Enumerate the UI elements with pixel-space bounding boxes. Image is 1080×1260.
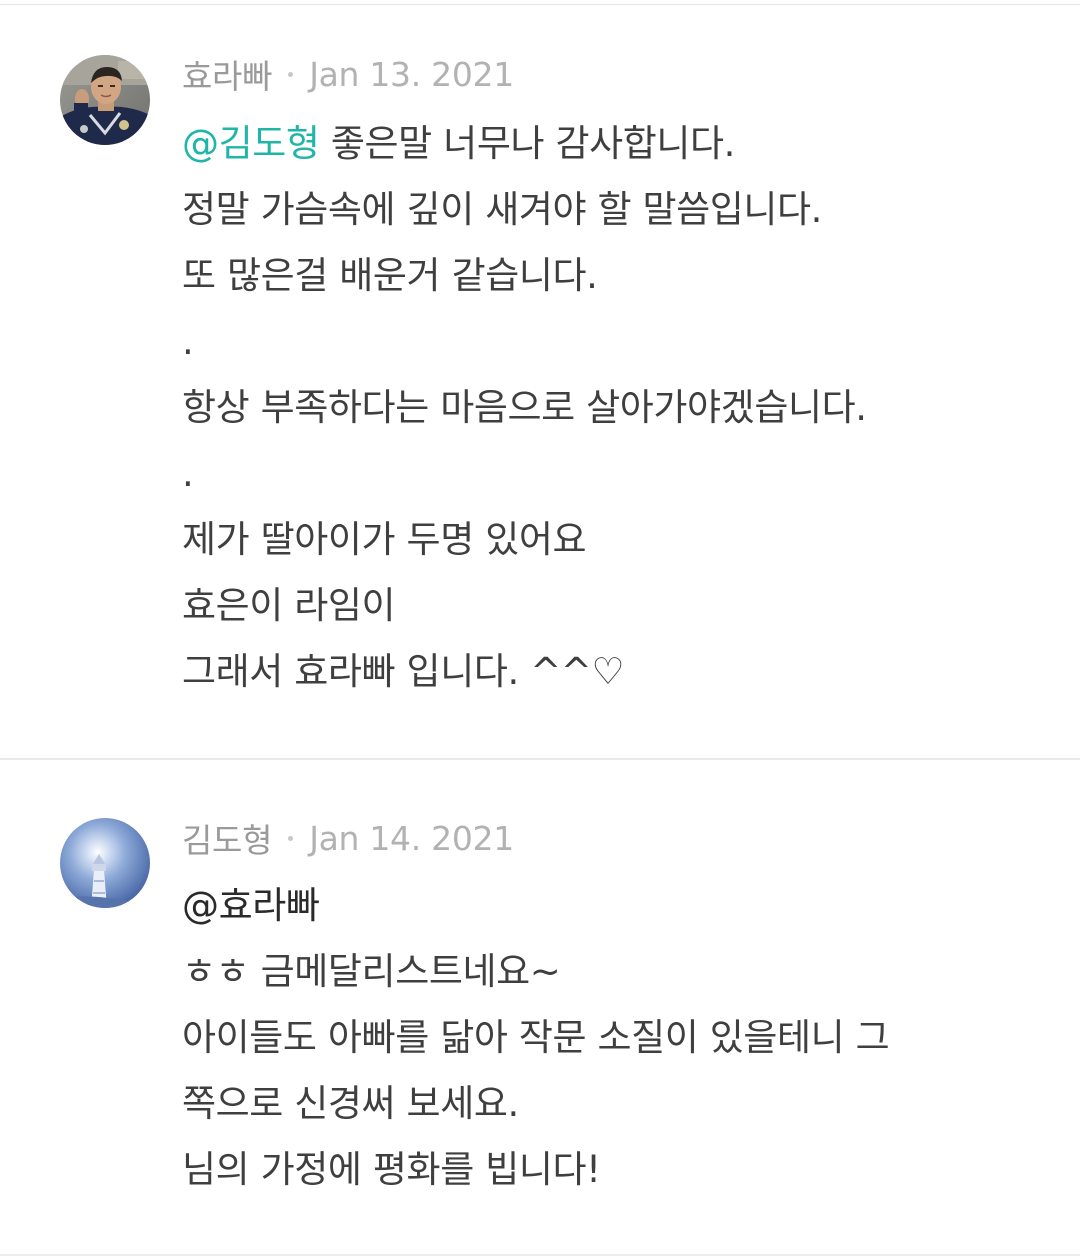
- comment-line: 그래서 효라빠 입니다. ^^♡: [182, 650, 625, 693]
- meta-separator-dot: [288, 71, 294, 77]
- comment-line: 아이들도 아빠를 닮아 작문 소질이 있을테니 그: [182, 1016, 890, 1059]
- comment-meta: 김도형 Jan 14. 2021: [182, 818, 514, 861]
- comment-date: Jan 13. 2021: [309, 54, 514, 94]
- comment-line: 님의 가정에 평화를 빕니다!: [182, 1148, 601, 1191]
- comment-line: 항상 부족하다는 마음으로 살아가야겠습니다.: [182, 386, 867, 429]
- comment-line: 효은이 라임이: [182, 584, 396, 627]
- comment-body: @김도형 좋은말 너무나 감사합니다. 정말 가슴속에 깊이 새겨야 할 말씀입…: [182, 111, 1042, 705]
- comment-author[interactable]: 효라빠: [182, 50, 272, 98]
- comment-author[interactable]: 김도형: [182, 814, 272, 862]
- comment-line: @김도형 좋은말 너무나 감사합니다.: [182, 111, 1042, 177]
- comment-item: 효라빠 Jan 13. 2021 @김도형 좋은말 너무나 감사합니다. 정말 …: [0, 0, 1080, 758]
- comment-body: @효라빠 ㅎㅎ 금메달리스트네요~ 아이들도 아빠를 닮아 작문 소질이 있을테…: [182, 873, 1042, 1203]
- avatar[interactable]: [60, 818, 150, 908]
- comment-text: 좋은말 너무나 감사합니다.: [319, 122, 736, 165]
- avatar-photo-icon: [60, 55, 150, 145]
- comment-meta: 효라빠 Jan 13. 2021: [182, 54, 514, 97]
- comment-line: 쪽으로 신경써 보세요.: [182, 1082, 519, 1125]
- comment-line: 제가 딸아이가 두명 있어요: [182, 518, 587, 561]
- comment-line: 정말 가슴속에 깊이 새겨야 할 말씀입니다.: [182, 188, 823, 231]
- avatar[interactable]: [60, 55, 150, 145]
- comment-date: Jan 14. 2021: [309, 818, 514, 858]
- bottom-divider: [0, 1254, 1080, 1256]
- mention-link[interactable]: @효라빠: [182, 884, 320, 927]
- comment-line: @효라빠: [182, 873, 1042, 939]
- meta-separator-dot: [288, 835, 294, 841]
- mention-link[interactable]: @김도형: [182, 122, 320, 165]
- comment-line: .: [182, 452, 194, 495]
- lighthouse-icon: [60, 818, 150, 908]
- comment-item: 김도형 Jan 14. 2021 @효라빠 ㅎㅎ 금메달리스트네요~ 아이들도 …: [0, 760, 1080, 1252]
- comment-line: 또 많은걸 배운거 같습니다.: [182, 254, 598, 297]
- comment-line: ㅎㅎ 금메달리스트네요~: [182, 950, 561, 993]
- comment-line: .: [182, 320, 194, 363]
